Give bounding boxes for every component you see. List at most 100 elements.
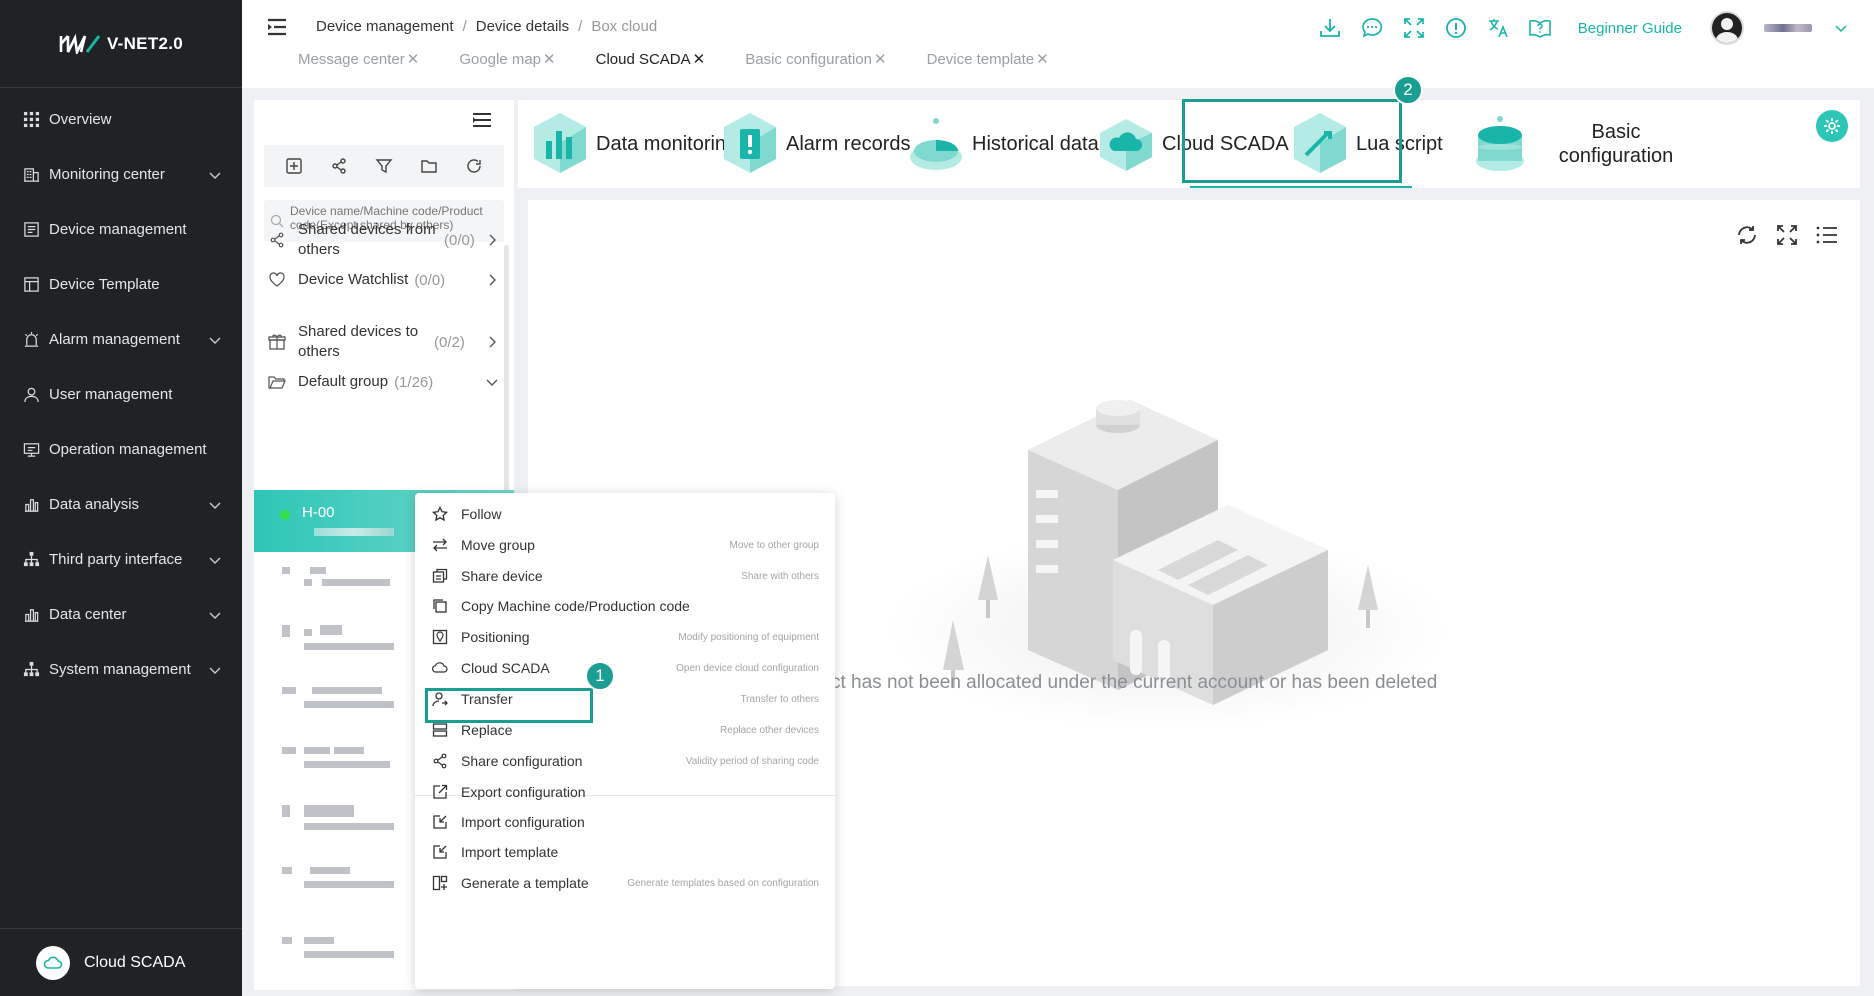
- chevron-down-icon[interactable]: [1834, 21, 1848, 35]
- device-name: H-00: [302, 504, 335, 521]
- menu-item-hint: Open device cloud configuration: [676, 662, 819, 674]
- tab-cloud-scada[interactable]: Cloud SCADA ✕: [596, 50, 706, 69]
- close-icon[interactable]: ✕: [693, 50, 706, 68]
- fullscreen-icon[interactable]: [1774, 222, 1800, 248]
- menu-item-label: Move group: [461, 537, 535, 553]
- sidebar-item-monitoring-center[interactable]: Monitoring center: [0, 147, 242, 202]
- close-icon[interactable]: ✕: [874, 50, 887, 68]
- close-icon[interactable]: ✕: [407, 50, 420, 68]
- add-device-icon[interactable]: [284, 156, 304, 176]
- logo-text: V-NET2.0: [106, 33, 184, 53]
- menu-item-hint: Replace other devices: [720, 724, 819, 736]
- menu-item-follow[interactable]: Follow: [415, 499, 835, 529]
- sidebar-item-device-management[interactable]: Device management: [0, 202, 242, 257]
- beginner-guide-link[interactable]: Beginner Guide: [1578, 20, 1682, 37]
- menu-item-generate-a-template[interactable]: Generate a template Generate templates ba…: [415, 868, 835, 898]
- group-default[interactable]: Default group (1/26): [268, 372, 498, 392]
- menu-item-import-configuration[interactable]: Import configuration: [415, 807, 835, 837]
- sidebar: V-NET2.0 Overview Monitoring center Device…: [0, 0, 242, 996]
- menu-item-import-template[interactable]: Import template: [415, 837, 835, 867]
- tab-message-center[interactable]: Message center ✕: [298, 50, 420, 69]
- menu-item-export-configuration[interactable]: Export configuration: [415, 777, 835, 807]
- username-redacted[interactable]: [1764, 24, 1812, 32]
- sidebar-item-label: Device management: [49, 221, 187, 238]
- sidebar-item-user-management[interactable]: User management: [0, 367, 242, 422]
- filter-icon[interactable]: [374, 156, 394, 176]
- breadcrumb-device-management[interactable]: Device management: [316, 18, 454, 35]
- menu-item-share-configuration[interactable]: Share configuration Validity period of sh…: [415, 746, 835, 776]
- sidebar-item-data-center[interactable]: Data center: [0, 587, 242, 642]
- device-context-menu: Follow Move group Move to other group Share…: [415, 493, 835, 989]
- translate-icon[interactable]: [1484, 14, 1512, 42]
- feature-tab-basic-configuration[interactable]: Basic configuration: [1468, 100, 1676, 188]
- bar-chart-icon: [22, 606, 40, 624]
- refresh-icon[interactable]: [1734, 222, 1760, 248]
- sidebar-item-label: System management: [49, 661, 191, 678]
- sidebar-footer-cloud-scada[interactable]: Cloud SCADA: [0, 928, 242, 996]
- menu-toggle-icon[interactable]: [266, 18, 288, 36]
- chevron-down-icon: [486, 379, 498, 386]
- group-count: (0/2): [434, 333, 465, 351]
- folder-icon[interactable]: [419, 156, 439, 176]
- chevron-right-icon: [489, 234, 496, 246]
- move-arrows-icon: [431, 536, 449, 554]
- menu-item-share-device[interactable]: Share device Share with others: [415, 561, 835, 591]
- share-icon[interactable]: [329, 156, 349, 176]
- share-device-icon: [431, 567, 449, 585]
- sidebar-item-data-analysis[interactable]: Data analysis: [0, 477, 242, 532]
- settings-gear-icon[interactable]: [1816, 110, 1848, 142]
- group-label: Device Watchlist: [298, 271, 409, 288]
- panel-menu-icon[interactable]: [472, 112, 492, 128]
- refresh-icon[interactable]: [464, 156, 484, 176]
- avatar[interactable]: [1710, 11, 1744, 45]
- sidebar-footer-label: Cloud SCADA: [84, 953, 186, 971]
- menu-item-move-group[interactable]: Move group Move to other group: [415, 530, 835, 560]
- menu-item-cloud-scada[interactable]: Cloud SCADA Open device cloud configurati…: [415, 653, 835, 683]
- tab-basic-configuration[interactable]: Basic configuration ✕: [745, 50, 887, 69]
- group-shared-to-others[interactable]: Shared devices to others (0/2): [268, 322, 498, 362]
- online-status-dot: [280, 510, 290, 520]
- sidebar-item-alarm-management[interactable]: Alarm management: [0, 312, 242, 367]
- close-icon[interactable]: ✕: [543, 50, 556, 68]
- group-shared-from-others[interactable]: Shared devices from others (0/0): [268, 220, 498, 260]
- tab-label: Message center: [298, 50, 405, 68]
- device-list-icon: [22, 221, 40, 239]
- page-tabs: Message center ✕ Google map ✕ Cloud SCADA ✕ Ba…: [298, 50, 1089, 69]
- menu-item-copy-machine-code-production-code[interactable]: Copy Machine code/Production code: [415, 591, 835, 621]
- group-count: (1/26): [394, 373, 434, 391]
- star-icon: [431, 505, 449, 523]
- sidebar-item-system-management[interactable]: System management: [0, 642, 242, 697]
- monitor-building-icon: [22, 166, 40, 184]
- message-icon[interactable]: [1358, 14, 1386, 42]
- heart-icon: [269, 272, 285, 287]
- menu-item-label: Replace: [461, 722, 513, 738]
- group-device-watchlist[interactable]: Device Watchlist (0/0): [268, 270, 498, 290]
- chevron-right-icon: [489, 274, 496, 286]
- sidebar-item-device-template[interactable]: Device Template: [0, 257, 242, 312]
- app-logo[interactable]: V-NET2.0: [0, 0, 242, 88]
- feature-tab-alarm-records[interactable]: Alarm records: [718, 100, 910, 188]
- breadcrumb-device-details[interactable]: Device details: [476, 18, 569, 35]
- sidebar-item-operation-management[interactable]: Operation management: [0, 422, 242, 477]
- close-icon[interactable]: ✕: [1036, 50, 1049, 68]
- menu-item-positioning[interactable]: Positioning Modify positioning of equipme…: [415, 622, 835, 652]
- export-icon: [431, 783, 449, 801]
- menu-item-label: Copy Machine code/Production code: [461, 598, 690, 614]
- sidebar-item-label: Overview: [49, 111, 112, 128]
- tab-google-map[interactable]: Google map ✕: [459, 50, 556, 69]
- info-icon[interactable]: [1442, 14, 1470, 42]
- feature-tab-data-monitoring[interactable]: Data monitoring: [528, 100, 737, 188]
- menu-item-label: Export configuration: [461, 784, 586, 800]
- help-book-icon[interactable]: [1526, 14, 1554, 42]
- download-icon[interactable]: [1316, 14, 1344, 42]
- fullscreen-icon[interactable]: [1400, 14, 1428, 42]
- tab-device-template[interactable]: Device template ✕: [927, 50, 1049, 69]
- alarm-records-icon: [724, 113, 776, 173]
- menu-item-label: Import template: [461, 844, 559, 860]
- menu-item-hint: Generate templates based on configuratio…: [627, 877, 819, 889]
- feature-tab-historical-data[interactable]: Historical data: [904, 100, 1099, 188]
- sidebar-item-third-party-interface[interactable]: Third party interface: [0, 532, 242, 587]
- sidebar-item-overview[interactable]: Overview: [0, 92, 242, 147]
- list-icon[interactable]: [1814, 222, 1840, 248]
- sidebar-nav: Overview Monitoring center Device manageme…: [0, 88, 242, 697]
